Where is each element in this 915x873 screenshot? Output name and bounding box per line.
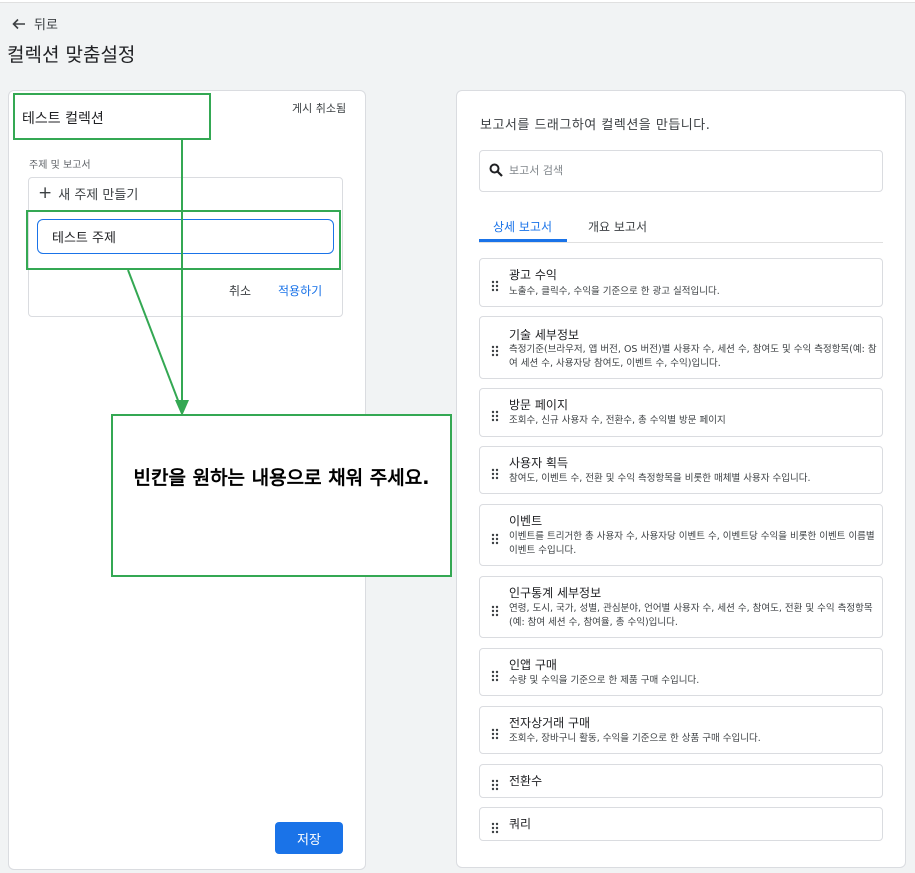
report-title: 사용자 획득 (509, 456, 569, 470)
drag-handle-icon[interactable] (491, 776, 499, 791)
drag-handle-icon[interactable] (491, 530, 499, 545)
drag-handle-icon[interactable] (491, 667, 499, 682)
report-description: 수량 및 수익을 기준으로 한 제품 구매 수입니다. (509, 675, 700, 686)
report-title: 기술 세부정보 (509, 328, 580, 342)
drag-handle-icon[interactable] (491, 277, 499, 292)
report-title: 전환수 (509, 774, 543, 788)
report-card[interactable]: 전환수 (479, 764, 883, 798)
search-icon (489, 163, 503, 177)
topic-input-highlight (26, 210, 341, 270)
plus-icon: + (38, 183, 53, 203)
report-title: 인구통계 세부정보 (509, 586, 602, 600)
report-description: 이벤트를 트리거한 총 사용자 수, 사용자당 이벤트 수, 이벤트당 수익을 … (509, 531, 875, 556)
drag-handle-icon[interactable] (491, 819, 499, 834)
report-card[interactable]: 사용자 획득 참여도, 이벤트 수, 전환 및 수익 측정항목을 비롯한 매체별… (479, 446, 883, 494)
unpublish-button[interactable]: 게시 취소됨 (292, 102, 352, 116)
back-label: 뒤로 (34, 18, 58, 33)
report-description: 참여도, 이벤트 수, 전환 및 수익 측정항목을 비롯한 매체별 사용자 수입… (509, 473, 811, 484)
drag-handle-icon[interactable] (491, 602, 499, 617)
report-title: 광고 수익 (509, 268, 557, 282)
annotation-text: 빈칸을 원하는 내용으로 채워 주세요. (133, 467, 430, 489)
report-title: 쿼리 (509, 817, 532, 831)
report-title: 방문 페이지 (509, 398, 569, 412)
report-description: 조회수, 신규 사용자 수, 전환수, 총 수익별 방문 페이지 (509, 415, 726, 426)
new-topic-label: 새 주제 만들기 (58, 188, 139, 203)
report-card[interactable]: 방문 페이지 조회수, 신규 사용자 수, 전환수, 총 수익별 방문 페이지 (479, 388, 883, 437)
report-description: 노출수, 클릭수, 수익을 기준으로 한 광고 실적입니다. (509, 286, 720, 297)
tab-divider (479, 242, 883, 243)
report-card[interactable]: 기술 세부정보 측정기준(브라우저, 앱 버전, OS 버전)별 사용자 수, … (479, 316, 883, 379)
apply-button[interactable]: 적용하기 (278, 282, 322, 299)
back-button[interactable]: 뒤로 (12, 14, 58, 33)
drag-handle-icon[interactable] (491, 465, 499, 480)
new-topic-button[interactable]: + 새 주제 만들기 (38, 183, 139, 204)
drag-handle-icon[interactable] (491, 342, 499, 357)
search-placeholder: 보고서 검색 (509, 164, 564, 177)
report-title: 인앱 구매 (509, 658, 557, 672)
library-heading: 보고서를 드래그하여 컬렉션을 만듭니다. (480, 118, 711, 133)
report-card[interactable]: 이벤트 이벤트를 트리거한 총 사용자 수, 사용자당 이벤트 수, 이벤트당 … (479, 504, 883, 566)
report-description: 연령, 도시, 국가, 성별, 관심분야, 언어별 사용자 수, 세션 수, 참… (509, 603, 873, 628)
report-description: 측정기준(브라우저, 앱 버전, OS 버전)별 사용자 수, 세션 수, 참여… (509, 344, 877, 369)
save-button[interactable]: 저장 (275, 822, 343, 854)
drag-handle-icon[interactable] (491, 725, 499, 740)
arrow-left-icon (12, 18, 25, 29)
drag-handle-icon[interactable] (491, 407, 499, 422)
cancel-button[interactable]: 취소 (229, 282, 251, 299)
report-card[interactable]: 인구통계 세부정보 연령, 도시, 국가, 성별, 관심분야, 언어별 사용자 … (479, 576, 883, 638)
report-title: 이벤트 (509, 514, 543, 528)
top-bar (0, 0, 915, 3)
annotation-box (111, 414, 452, 577)
page-title: 컬렉션 맞춤설정 (7, 44, 136, 66)
report-card[interactable]: 인앱 구매 수량 및 수익을 기준으로 한 제품 구매 수입니다. (479, 648, 883, 696)
section-label: 주제 및 보고서 (29, 160, 91, 171)
report-card[interactable]: 쿼리 (479, 807, 883, 841)
report-card[interactable]: 광고 수익 노출수, 클릭수, 수익을 기준으로 한 광고 실적입니다. (479, 258, 883, 307)
report-title: 전자상거래 구매 (509, 716, 591, 730)
collection-name-highlight (13, 93, 211, 140)
report-description: 조회수, 장바구니 활동, 수익을 기준으로 한 상품 구매 수입니다. (509, 733, 761, 744)
tab-overview-reports[interactable]: 개요 보고서 (588, 218, 647, 235)
tab-detail-reports[interactable]: 상세 보고서 (493, 218, 552, 235)
report-card[interactable]: 전자상거래 구매 조회수, 장바구니 활동, 수익을 기준으로 한 상품 구매 … (479, 706, 883, 754)
